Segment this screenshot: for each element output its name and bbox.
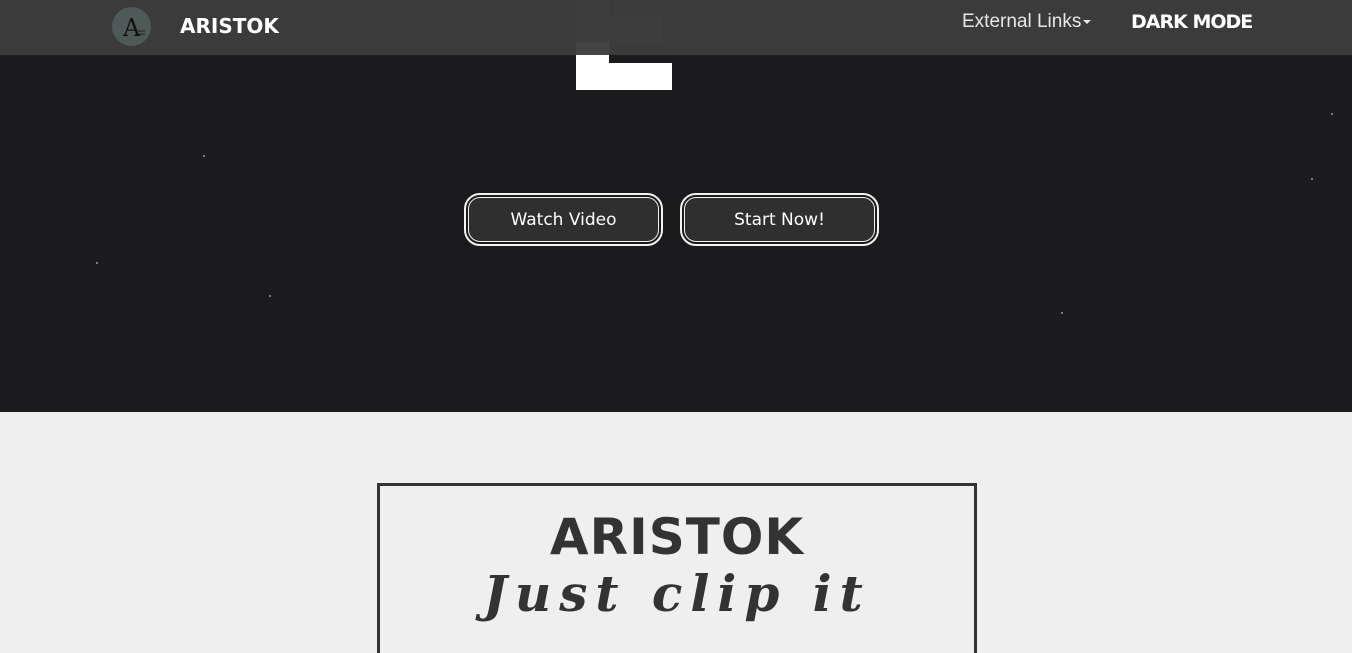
- box-title: ARISTOK: [549, 508, 805, 566]
- logo-glyph-icon: A: [122, 14, 145, 42]
- svg-text:A: A: [122, 14, 141, 42]
- start-now-label: Start Now!: [684, 197, 875, 242]
- brand-name[interactable]: ARISTOK: [180, 14, 279, 38]
- watch-video-label: Watch Video: [468, 197, 659, 242]
- top-navbar: A ARISTOK External Links DARK MODE: [0, 0, 1352, 55]
- star-dot: [1311, 178, 1313, 180]
- brand-box: ARISTOK Just clip it: [377, 483, 977, 653]
- logo-icon[interactable]: A: [112, 7, 151, 46]
- star-dot: [96, 262, 98, 264]
- caret-down-icon: [1083, 19, 1092, 24]
- external-links-dropdown[interactable]: External Links: [962, 11, 1092, 33]
- box-tagline: Just clip it: [483, 564, 871, 623]
- external-links-label: External Links: [962, 11, 1082, 32]
- hero-section: Watch Video Start Now!: [0, 0, 1352, 412]
- star-dot: [269, 295, 271, 297]
- star-dot: [1331, 113, 1333, 115]
- star-dot: [1061, 312, 1063, 314]
- dark-mode-toggle[interactable]: DARK MODE: [1131, 11, 1253, 33]
- watch-video-button[interactable]: Watch Video: [464, 193, 663, 246]
- star-dot: [203, 155, 205, 157]
- start-now-button[interactable]: Start Now!: [680, 193, 879, 246]
